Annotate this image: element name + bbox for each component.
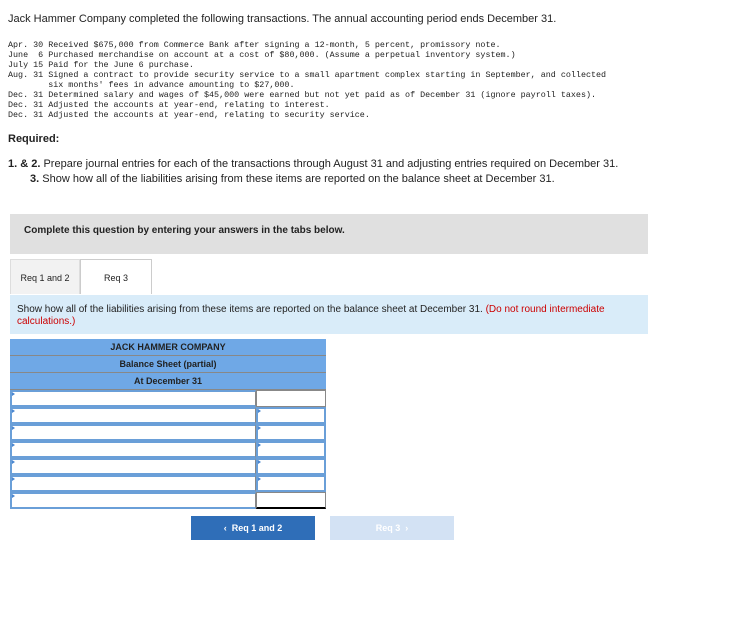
- amount-input[interactable]: [256, 424, 326, 441]
- table-row: [10, 424, 326, 441]
- dropdown-marker-icon: [12, 494, 15, 498]
- account-input[interactable]: [10, 441, 256, 458]
- required-label: Required:: [8, 133, 60, 145]
- tab-req-1-and-2[interactable]: Req 1 and 2: [10, 259, 80, 294]
- dropdown-marker-icon: [12, 443, 15, 447]
- table-row: [10, 441, 326, 458]
- next-button[interactable]: Req 3 ›: [330, 516, 454, 540]
- instructions-band: Complete this question by entering your …: [10, 214, 648, 254]
- prev-label: Req 1 and 2: [231, 523, 283, 533]
- table-row: [10, 492, 326, 509]
- input-marker-icon: [258, 409, 261, 413]
- company-name: JACK HAMMER COMPANY: [10, 339, 326, 356]
- dropdown-marker-icon: [12, 409, 15, 413]
- account-input[interactable]: [10, 458, 256, 475]
- requirement-3: 3. Show how all of the liabilities arisi…: [30, 173, 555, 185]
- amount-input[interactable]: [256, 441, 326, 458]
- statement-date: At December 31: [10, 373, 326, 390]
- amount-cell: [256, 390, 326, 407]
- instruction-text: Show how all of the liabilities arising …: [17, 304, 483, 315]
- dropdown-marker-icon: [12, 460, 15, 464]
- table-row: [10, 407, 326, 424]
- amount-input[interactable]: [256, 475, 326, 492]
- dropdown-marker-icon: [12, 477, 15, 481]
- prev-button[interactable]: ‹ Req 1 and 2: [191, 516, 315, 540]
- input-marker-icon: [258, 443, 261, 447]
- statement-title: Balance Sheet (partial): [10, 356, 326, 373]
- dropdown-marker-icon: [12, 392, 15, 396]
- band-text: Complete this question by entering your …: [24, 225, 345, 236]
- problem-intro: Jack Hammer Company completed the follow…: [8, 13, 557, 25]
- req-3-text: Show how all of the liabilities arising …: [42, 173, 555, 185]
- dropdown-marker-icon: [12, 426, 15, 430]
- input-marker-icon: [258, 460, 261, 464]
- input-marker-icon: [258, 426, 261, 430]
- table-row: [10, 475, 326, 492]
- account-input[interactable]: [10, 407, 256, 424]
- total-cell: [256, 492, 326, 509]
- amount-input[interactable]: [256, 458, 326, 475]
- instruction-box: Show how all of the liabilities arising …: [10, 295, 648, 334]
- tab-req-3[interactable]: Req 3: [80, 259, 152, 294]
- account-input[interactable]: [10, 390, 256, 407]
- account-input[interactable]: [10, 475, 256, 492]
- account-input[interactable]: [10, 492, 256, 509]
- table-row: [10, 458, 326, 475]
- transactions-list: Apr. 30 Received $675,000 from Commerce …: [8, 40, 607, 120]
- requirement-1-2: 1. & 2. Prepare journal entries for each…: [8, 158, 619, 170]
- amount-input[interactable]: [256, 407, 326, 424]
- table-row: [10, 390, 326, 407]
- next-label: Req 3: [375, 523, 401, 533]
- input-marker-icon: [258, 477, 261, 481]
- account-input[interactable]: [10, 424, 256, 441]
- balance-sheet-table: JACK HAMMER COMPANY Balance Sheet (parti…: [10, 339, 326, 509]
